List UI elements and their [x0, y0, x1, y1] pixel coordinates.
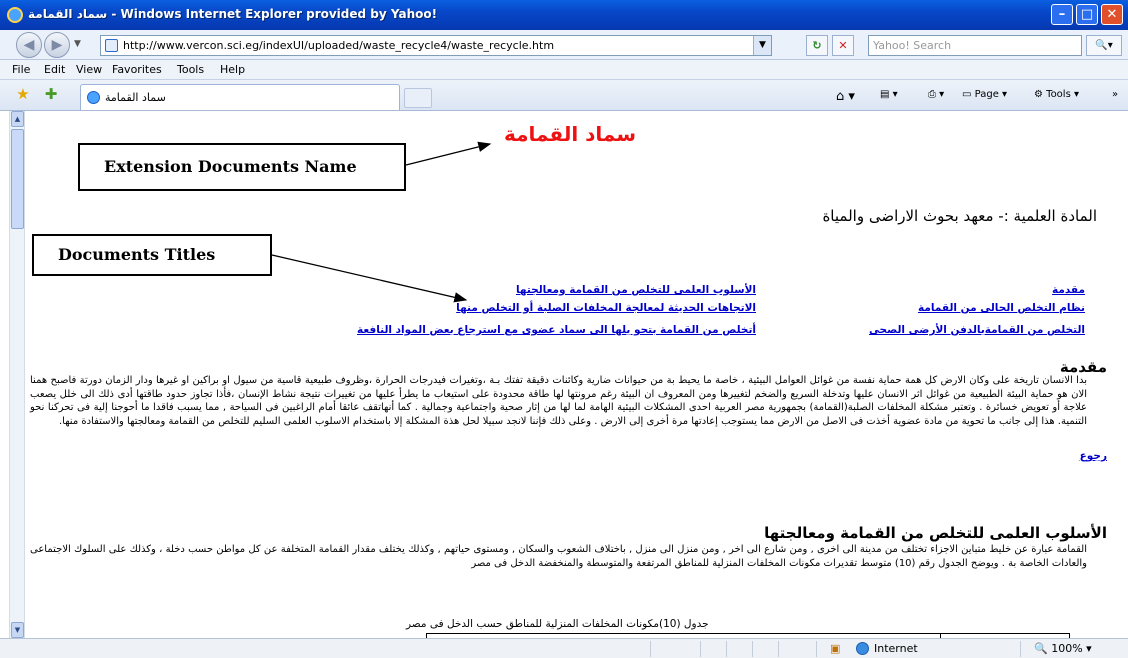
feeds-icon[interactable]: ▤ ▾ [880, 89, 898, 100]
history-dropdown-icon[interactable]: ▼ [74, 39, 81, 49]
link-current-disposal[interactable]: نظام التخلص الحالى من القمامة [918, 302, 1085, 314]
status-divider [650, 641, 651, 657]
vertical-scrollbar[interactable]: ▲ ▼ [9, 111, 25, 638]
new-tab-button[interactable] [404, 88, 432, 108]
ie-icon [7, 7, 23, 23]
callout-documents-titles: Documents Titles [32, 234, 272, 276]
url-text[interactable]: http://www.vercon.sci.eg/indexUI/uploade… [123, 39, 554, 52]
page-content: ▲ ▼ سماد القمامة Extension Documents Nam… [0, 111, 1128, 638]
security-zone: Internet [874, 642, 918, 655]
maximize-button[interactable]: □ [1076, 4, 1098, 25]
add-favorites-icon[interactable]: ✚ [42, 85, 60, 103]
table-caption: جدول (10)مكونات المخلفات المنزلية للمناط… [406, 618, 709, 630]
popup-blocker-icon[interactable]: ▣ [830, 642, 840, 655]
page-menu-button[interactable]: ▭ Page ▾ [962, 89, 1007, 100]
tools-menu-button[interactable]: ⚙ Tools ▾ [1034, 89, 1079, 100]
search-button[interactable]: 🔍▾ [1086, 35, 1122, 56]
method-heading: الأسلوب العلمى للتخلص من القمامة ومعالجت… [764, 524, 1107, 542]
search-input[interactable]: Yahoo! Search [868, 35, 1082, 56]
link-composting[interactable]: أتخلص من القمامة بتحو يلها الى سماد عضوى… [357, 324, 756, 336]
zoom-level[interactable]: 🔍 100% ▾ [1034, 642, 1092, 655]
menu-help[interactable]: Help [220, 63, 245, 76]
print-icon[interactable]: ⎙ ▾ [928, 89, 944, 100]
status-divider [778, 641, 779, 657]
status-bar: ▣ Internet 🔍 100% ▾ [0, 638, 1128, 658]
tab-ie-icon [87, 91, 100, 104]
callout-extension-documents-name: Extension Documents Name [78, 143, 406, 191]
home-icon[interactable]: ⌂ ▾ [836, 89, 855, 104]
page-menu-label: Page [974, 89, 999, 100]
tab-bar: ★ ✚ سماد القمامة ⌂ ▾ ▤ ▾ ⎙ ▾ ▭ Page ▾ ⚙ … [0, 80, 1128, 111]
zoom-value: 100% [1051, 642, 1083, 655]
tab-page[interactable]: سماد القمامة [80, 84, 400, 110]
menu-view[interactable]: View [76, 63, 102, 76]
document-page: سماد القمامة Extension Documents Name Do… [26, 111, 1120, 638]
name-arrow [405, 141, 492, 166]
link-scientific-method[interactable]: الأسلوب العلمى للتخلص من القمامة ومعالجت… [516, 284, 756, 296]
refresh-button[interactable]: ↻ [806, 35, 828, 56]
status-divider [752, 641, 753, 657]
scroll-down-icon[interactable]: ▼ [11, 622, 24, 638]
tab-label: سماد القمامة [105, 91, 166, 104]
globe-icon [856, 642, 869, 655]
page-icon [105, 39, 118, 52]
status-divider [700, 641, 701, 657]
subject-line: المادة العلمية :- معهد بحوث الاراضى والم… [822, 207, 1097, 225]
status-divider [816, 641, 817, 657]
tools-menu-label: Tools [1046, 89, 1071, 100]
scroll-up-icon[interactable]: ▲ [11, 111, 24, 127]
menu-edit[interactable]: Edit [44, 63, 65, 76]
favorites-star-icon[interactable]: ★ [14, 85, 32, 103]
url-field[interactable]: http://www.vercon.sci.eg/indexUI/uploade… [100, 35, 772, 56]
back-button[interactable]: ◀ [16, 32, 42, 58]
menu-file[interactable]: File [12, 63, 30, 76]
close-button[interactable]: ✕ [1101, 4, 1123, 25]
links-left-column: الأسلوب العلمى للتخلص من القمامة ومعالجت… [26, 284, 756, 344]
back-link[interactable]: رجوع [1080, 450, 1107, 462]
browser-window: سماد القمامة - Windows Internet Explorer… [0, 0, 1128, 658]
title-bar: سماد القمامة - Windows Internet Explorer… [0, 0, 1128, 30]
intro-paragraph: بدا الانسان تاريخة على وكان الارض كل همة… [30, 375, 1087, 427]
menu-tools[interactable]: Tools [177, 63, 204, 76]
address-bar: ◀ ▶ ▼ http://www.vercon.sci.eg/indexUI/u… [0, 30, 1128, 60]
scroll-thumb[interactable] [11, 129, 24, 229]
menu-favorites[interactable]: Favorites [112, 63, 162, 76]
url-dropdown-icon[interactable]: ▼ [753, 36, 771, 55]
forward-button[interactable]: ▶ [44, 32, 70, 58]
document-name: سماد القمامة [504, 122, 637, 146]
method-paragraph: القمامة عبارة عن خليط متباين الاجزاء تخت… [30, 544, 1087, 569]
menu-bar: File Edit View Favorites Tools Help [0, 60, 1128, 80]
minimize-button[interactable]: – [1051, 4, 1073, 25]
toolbar-overflow-icon[interactable]: » [1112, 89, 1118, 100]
link-modern-trends[interactable]: الاتجاهات الحديثة لمعالجة المخلفات الصلب… [456, 302, 756, 314]
link-intro[interactable]: مقدمة [1052, 284, 1085, 296]
status-divider [1020, 641, 1021, 657]
stop-button[interactable]: ✕ [832, 35, 854, 56]
status-divider [726, 641, 727, 657]
link-landfill[interactable]: التخلص من القمامةبالدفن الأرضى الصحى [869, 324, 1085, 336]
window-title: سماد القمامة - Windows Internet Explorer… [28, 7, 438, 21]
